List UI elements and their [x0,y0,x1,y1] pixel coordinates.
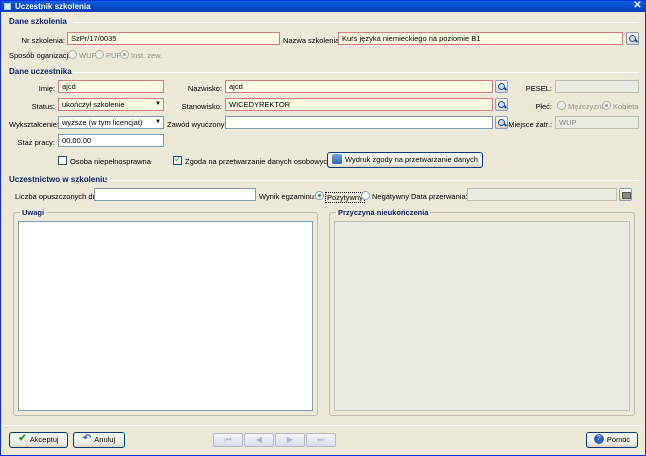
anuluj-label: Anuluj [94,435,116,444]
akceptuj-button[interactable]: ✔ Akceptuj [9,432,68,448]
zawod-label: Zawód wyuczony: [167,120,227,129]
pomoc-button[interactable]: ? Pomoc [586,432,638,448]
close-icon[interactable]: ✕ [633,1,642,12]
app-icon [4,3,11,10]
radio-negatywny-label: Negatywny [372,192,410,201]
miejsce-zatr-field[interactable]: WUP [555,116,639,129]
dialog-window: Uczestnik szkolenia ✕ Dane szkolenia Nr … [0,0,646,456]
uwagi-textarea[interactable] [18,221,313,411]
search-uczestnik-button[interactable] [495,80,508,93]
miejsce-zatr-label: Miejsce zatr.: [508,120,552,129]
staz-label: Staż pracy: [17,138,55,147]
akceptuj-label: Akceptuj [29,435,59,444]
imie-field[interactable]: ajcd [58,80,164,93]
window-title: Uczestnik szkolenia [15,2,91,11]
nav-first-button[interactable]: ⏮ [213,433,243,447]
help-icon: ? [593,434,604,445]
pesel-field[interactable] [555,80,639,93]
nr-szkolenia-field[interactable]: SzPr/17/0035 [67,32,280,45]
radio-wup-label: WUP [79,51,97,60]
data-przerwania-field[interactable] [467,188,617,201]
wyksztalcenie-select[interactable]: wyższe (w tym licencjat) [58,116,164,129]
data-przerwania-label: Data przerwania: [411,192,468,201]
radio-inst-zew-label: Inst. zew. [131,51,163,60]
radio-negatywny[interactable] [361,191,370,200]
nazwa-szkolenia-field[interactable]: Kurs języka niemieckiego na poziomie B1 [338,32,623,45]
przyczyna-group: Przyczyna nieukończenia [329,208,635,416]
nav-next-button[interactable]: ▶ [275,433,305,447]
first-icon: ⏮ [224,435,232,444]
section-dane-uczestnika: Dane uczestnika [9,67,72,76]
zawod-field[interactable] [225,116,493,129]
staz-field[interactable]: 00.00.00 [58,134,164,147]
wyksztalcenie-label: Wykształcenie: [9,120,59,129]
radio-pup[interactable] [95,50,104,59]
title-bar: Uczestnik szkolenia ✕ [1,1,645,12]
search-szkolenie-button[interactable] [626,32,639,45]
zgoda-label: Zgoda na przetwarzanie danych osobowych [185,157,332,166]
radio-pozytywny-label: Pozytywny [325,192,365,203]
status-select[interactable]: ukończył szkolenie [58,98,164,111]
niepelnosprawna-label: Osoba niepełnosprawna [70,157,151,166]
undo-icon: ↶ [82,433,92,445]
niepelnosprawna-checkbox[interactable] [58,156,67,165]
calendar-button[interactable] [619,188,632,201]
zgoda-checkbox[interactable] [173,154,182,165]
nazwa-szkolenia-label: Nazwa szkolenia: [283,36,342,45]
prev-icon: ◀ [255,435,263,444]
anuluj-button[interactable]: ↶ Anuluj [73,432,125,448]
radio-wup[interactable] [68,50,77,59]
opuszczone-dni-field[interactable] [94,188,256,201]
opuszczone-dni-label: Liczba opuszczonych dni: [15,192,101,201]
wynik-egzaminu-label: Wynik egzaminu: [259,192,317,201]
section-dane-szkolenia: Dane szkolenia [9,17,67,26]
plec-label: Płeć: [535,102,552,111]
nazwisko-label: Nazwisko: [187,84,222,93]
nav-last-button[interactable]: ⏭ [306,433,336,447]
radio-kobieta-label: Kobieta [613,102,639,111]
przyczyna-title: Przyczyna nieukończenia [336,208,431,217]
section-uczestnictwo: Uczestnictwo w szkoleniu [9,175,108,184]
nazwisko-field[interactable]: ajcd [225,80,493,93]
nr-szkolenia-label: Nr szkolenia: [21,36,65,45]
radio-pup-label: PUP [106,51,122,60]
last-icon: ⏭ [317,435,325,444]
stanowisko-label: Stanowisko: [181,102,222,111]
pesel-label: PESEL: [525,84,552,93]
przyczyna-textarea[interactable] [334,221,630,411]
wydruk-zgody-label: Wydruk zgody na przetwarzanie danych [345,155,478,164]
divider [73,72,639,73]
uwagi-title: Uwagi [20,208,47,217]
sposob-organizacji-label: Sposób oganizacji: [9,51,72,60]
status-label: Status: [31,102,55,111]
stanowisko-field[interactable]: WICEDYREKTOR [225,98,493,111]
radio-mezczyzna[interactable] [557,101,566,110]
printer-icon [332,154,343,165]
radio-mezczyzna-label: Mężczyzna [568,102,606,111]
radio-kobieta[interactable] [602,101,611,110]
wydruk-zgody-button[interactable]: Wydruk zgody na przetwarzanie danych [327,152,483,168]
search-stanowisko-button[interactable] [495,98,508,111]
radio-pozytywny[interactable] [315,191,324,200]
next-icon: ▶ [286,435,294,444]
check-icon: ✔ [18,433,27,445]
divider [105,180,639,181]
imie-label: Imię: [38,84,55,93]
radio-inst-zew[interactable] [120,50,129,59]
pomoc-label: Pomoc [606,435,631,444]
footer-divider [5,425,641,426]
divider [73,22,639,23]
uwagi-group: Uwagi [13,208,318,416]
nav-prev-button[interactable]: ◀ [244,433,274,447]
